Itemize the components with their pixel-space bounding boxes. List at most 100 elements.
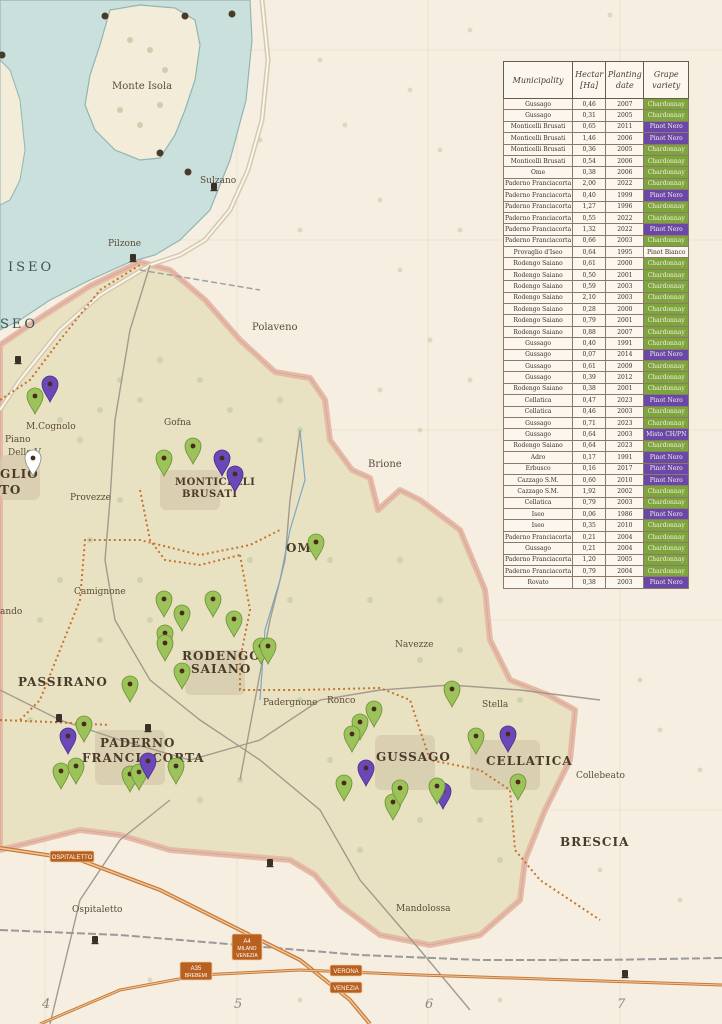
hectar-cell: 2,00 (572, 177, 607, 191)
pin-dot-icon (136, 769, 142, 775)
grape-variety-cell: Pinot Nero (643, 462, 689, 475)
pin-dot-icon (32, 393, 38, 399)
planting-date-cell: 2022 (605, 177, 645, 191)
planting-date-cell: 2014 (605, 348, 645, 362)
hectar-cell: 0,46 (572, 405, 607, 418)
grape-variety-cell: Chardonnay (643, 564, 689, 578)
planting-date-cell: 2009 (605, 359, 645, 373)
table-row: Gussago 0,21 2004 Chardonnay (502, 542, 689, 555)
grape-variety-cell: Chardonnay (643, 496, 689, 510)
planting-date-cell: 2023 (605, 394, 645, 407)
pin-dot-icon (210, 596, 216, 602)
municipality-cell: Monticelli Brusati (502, 132, 574, 145)
municipality-cell: Gussago (502, 371, 574, 384)
place-ospitaletto: Ospitaletto (72, 905, 122, 915)
municipality-cell: Rodengo Saiano (502, 303, 574, 316)
planting-date-cell: 2004 (605, 564, 645, 578)
municipality-cell: Cellatica (502, 394, 574, 407)
grape-variety-cell: Chardonnay (643, 211, 689, 225)
pin-dot-icon (349, 731, 355, 737)
pin-dot-icon (397, 785, 403, 791)
municipality-cell: Ome (502, 166, 574, 179)
planting-date-cell: 1991 (605, 337, 645, 350)
planting-date-cell: 2003 (605, 405, 645, 418)
place-provezze: Provezze (70, 493, 111, 503)
hectar-cell: 1,46 (572, 132, 607, 145)
municipality-cell: Paderno Franciacorta (502, 530, 574, 544)
pin-dot-icon (232, 471, 238, 477)
planting-date-cell: 2001 (605, 268, 645, 282)
hectar-cell: 0,61 (572, 359, 607, 373)
municipality-cell: Monticelli Brusati (502, 154, 574, 168)
place-pilzone: Pilzone (108, 239, 141, 249)
hectar-cell: 0,40 (572, 189, 607, 202)
table-row: Rodengo Saiano 0,50 2001 Chardonnay (502, 268, 689, 282)
hectar-cell: 0,39 (572, 371, 607, 384)
planting-date-cell: 2003 (605, 428, 645, 441)
hectar-cell: 0,17 (572, 451, 607, 464)
svg-text:MILANO: MILANO (237, 946, 256, 952)
municipality-cell: Rodengo Saiano (502, 439, 574, 453)
pin-dot-icon (127, 681, 133, 687)
grape-variety-cell: Chardonnay (643, 314, 689, 327)
pin-dot-icon (179, 668, 185, 674)
hectar-cell: 1,92 (572, 485, 607, 498)
place-cellatica: CELLATICA (486, 754, 573, 768)
hectar-cell: 0,40 (572, 337, 607, 350)
planting-date-cell: 2001 (605, 382, 645, 396)
grape-variety-cell: Pinot Nero (643, 132, 689, 145)
grape-variety-cell: Chardonnay (643, 303, 689, 316)
hectar-cell: 0,55 (572, 211, 607, 225)
grape-variety-cell: Chardonnay (643, 439, 689, 453)
hectar-cell: 0,38 (572, 576, 607, 589)
municipality-cell: Paderno Franciacorta (502, 223, 574, 236)
grape-variety-cell: Chardonnay (643, 97, 689, 111)
place-mandolossa: Mandolossa (396, 904, 451, 914)
planting-date-cell: 2010 (605, 519, 645, 532)
grape-variety-cell: Misto CH/PN (643, 428, 689, 441)
svg-text:VENEZIA: VENEZIA (236, 953, 258, 959)
municipality-cell: Rodengo Saiano (502, 314, 574, 327)
grape-variety-cell: Chardonnay (643, 359, 689, 373)
table-header-row: Municipality Hectar [Ha] Planting date G… (502, 61, 689, 99)
grape-variety-cell: Chardonnay (643, 553, 689, 567)
grape-variety-cell: Chardonnay (643, 382, 689, 396)
place-brusati: BRUSATI (182, 489, 238, 500)
grape-variety-cell: Chardonnay (643, 200, 689, 213)
municipality-cell: Gussago (502, 348, 574, 362)
planting-date-cell: 2010 (605, 473, 645, 487)
hectar-cell: 2,10 (572, 291, 607, 305)
municipality-cell: Cellatica (502, 405, 574, 418)
grape-variety-cell: Chardonnay (643, 291, 689, 305)
municipality-cell: Cellatica (502, 496, 574, 510)
hectar-cell: 0,64 (572, 246, 607, 259)
grape-variety-cell: Pinot Nero (643, 473, 689, 487)
hectar-cell: 0,59 (572, 280, 607, 293)
place-gussago: GUSSAGO (376, 750, 451, 764)
hectar-cell: 0,38 (572, 382, 607, 396)
municipality-cell: Paderno Franciacorta (502, 553, 574, 567)
municipality-cell: Monticelli Brusati (502, 143, 574, 156)
table-row: Paderno Franciacorta 1,32 2022 Pinot Nero (502, 223, 689, 236)
pin-dot-icon (73, 763, 79, 769)
pin-dot-icon (473, 733, 479, 739)
planting-date-cell: 2023 (605, 439, 645, 453)
grape-variety-cell: Pinot Nero (643, 189, 689, 202)
hectar-cell: 0,16 (572, 462, 607, 475)
table-row: Paderno Franciacorta 0,79 2004 Chardonnay (502, 564, 689, 578)
hectar-cell: 0,79 (572, 314, 607, 327)
grape-variety-cell: Chardonnay (643, 177, 689, 191)
planting-date-cell: 2006 (605, 166, 645, 179)
hectar-cell: 0,64 (572, 428, 607, 441)
municipality-cell: Cazzago S.M. (502, 473, 574, 487)
pin-dot-icon (505, 731, 511, 737)
municipality-cell: Paderno Franciacorta (502, 564, 574, 578)
pin-dot-icon (265, 643, 271, 649)
municipality-cell: Gussago (502, 109, 574, 122)
municipality-cell: Iseo (502, 508, 574, 521)
place-stella: Stella (482, 700, 509, 710)
lake-label-2: SEO (0, 317, 38, 332)
sign-ospitaletto-text: OSPITALETTO (52, 855, 93, 861)
planting-date-cell: 1986 (605, 508, 645, 521)
municipality-cell: Rodengo Saiano (502, 280, 574, 293)
